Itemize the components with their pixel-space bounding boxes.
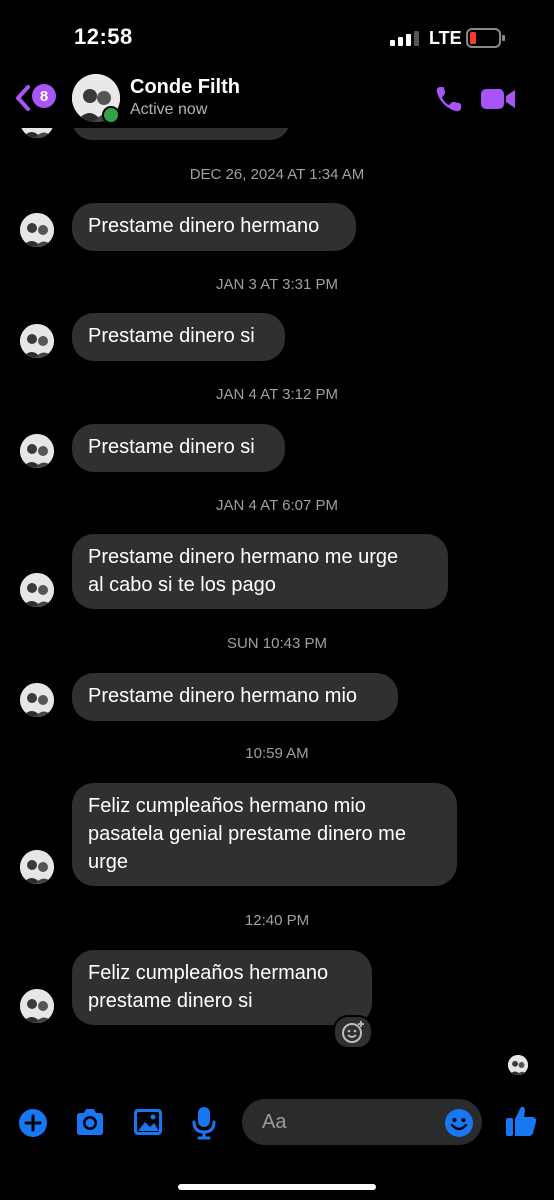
microphone-icon[interactable]: [192, 1106, 216, 1140]
message-line: prestame dinero si: [88, 990, 253, 1012]
message-bubble[interactable]: Prestame dinero si: [72, 424, 285, 472]
message-line: Feliz cumpleaños hermano mio: [88, 795, 366, 817]
gallery-icon[interactable]: [133, 1108, 163, 1136]
message-bubble[interactable]: Prestame dinero hermano mio: [72, 673, 398, 721]
sender-avatar: [20, 989, 54, 1023]
contact-status: Active now: [130, 101, 208, 118]
message-line: urge: [88, 851, 129, 873]
plus-icon[interactable]: [18, 1108, 48, 1138]
contact-name[interactable]: Conde Filth: [130, 76, 240, 99]
message-input-placeholder: Aa: [262, 1111, 287, 1133]
home-indicator: [178, 1184, 376, 1190]
message-bubble[interactable]: Prestame dinero hermano me urge al cabo …: [72, 534, 448, 609]
sender-avatar: [20, 850, 54, 884]
message-bubble[interactable]: Feliz cumpleaños hermano mio pasatela ge…: [72, 783, 457, 886]
timestamp: JAN 4 AT 3:12 PM: [216, 386, 338, 403]
online-indicator: [102, 106, 120, 124]
phone-icon[interactable]: [434, 84, 464, 114]
video-camera-icon[interactable]: [480, 86, 516, 112]
camera-icon[interactable]: [74, 1108, 106, 1136]
message-line: Feliz cumpleaños hermano: [88, 962, 329, 984]
add-reaction-button[interactable]: [333, 1015, 373, 1049]
status-time: 12:58: [74, 24, 133, 49]
emoji-icon[interactable]: [444, 1108, 474, 1138]
message-bubble[interactable]: Prestame dinero hermano: [72, 203, 356, 251]
sender-avatar: [20, 683, 54, 717]
message-bubble[interactable]: Feliz cumpleaños hermano prestame dinero…: [72, 950, 372, 1025]
timestamp: JAN 3 AT 3:31 PM: [216, 276, 338, 293]
timestamp: 12:40 PM: [244, 912, 310, 929]
timestamp: SUN 10:43 PM: [226, 635, 328, 652]
sender-avatar: [20, 324, 54, 358]
message-line: Prestame dinero hermano me urge: [88, 546, 399, 568]
add-reaction-icon: [342, 1021, 364, 1043]
message-line: Prestame dinero hermano: [88, 215, 320, 237]
timestamp: JAN 4 AT 6:07 PM: [216, 497, 338, 514]
message-line: Prestame dinero hermano mio: [88, 685, 358, 707]
sender-avatar: [20, 213, 54, 247]
thumbs-up-icon[interactable]: [504, 1104, 538, 1138]
battery-icon: [466, 28, 505, 48]
sender-avatar: [20, 573, 54, 607]
message-bubble[interactable]: Prestame dinero si: [72, 313, 285, 361]
read-receipt-avatar: [508, 1055, 528, 1075]
signal-strength-icon: [390, 30, 420, 46]
timestamp: 10:59 AM: [245, 745, 309, 762]
network-label: LTE: [429, 28, 462, 48]
message-line: al cabo si te los pago: [88, 574, 276, 596]
sender-avatar: [20, 434, 54, 468]
unread-badge[interactable]: 8: [32, 84, 56, 108]
message-line: Prestame dinero si: [88, 325, 255, 347]
message-line: pasatela genial prestame dinero me: [88, 823, 406, 845]
message-line: Prestame dinero si: [88, 436, 255, 458]
timestamp: DEC 26, 2024 AT 1:34 AM: [189, 166, 365, 183]
